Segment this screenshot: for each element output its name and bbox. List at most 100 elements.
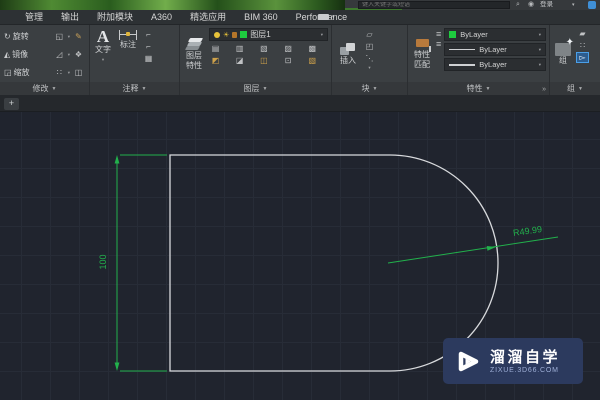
offset-icon[interactable]: ◫ [72, 67, 85, 78]
layer-on-icon [214, 31, 220, 38]
match-properties-button[interactable]: 特性 匹配 [411, 27, 433, 81]
layer-isolate-icon[interactable]: ▥ [233, 43, 246, 54]
rotate-button[interactable]: ↻ 旋转 ◱ ▾ ✎ [4, 29, 85, 44]
layer-properties-button[interactable]: 图层 特性 [183, 27, 205, 81]
block-editor-icon[interactable]: ◰ [363, 41, 376, 52]
chevron-down-icon: ▾ [320, 31, 323, 37]
chevron-down-icon: ▾ [101, 56, 105, 62]
panel-annotate: A 文字 ▾ 标注 ⌐ ⌐ ▦ 注释 ▼ [90, 25, 180, 95]
leader-icon[interactable]: ⌐ [142, 29, 155, 40]
chevron-down-icon[interactable]: ▾ [368, 65, 370, 71]
layer-walk-icon[interactable]: ⊡ [282, 55, 295, 66]
layer-lock-icon [232, 31, 238, 38]
array-icon[interactable]: ∷ [53, 67, 66, 78]
text-icon: A [96, 27, 110, 46]
layer-previous-icon[interactable]: ◪ [233, 55, 246, 66]
color-swatch [449, 31, 457, 38]
attributes-icon[interactable]: ⋱ [363, 53, 376, 64]
tab-bim360[interactable]: BIM 360 [235, 10, 287, 24]
erase-icon[interactable]: ✎ [72, 31, 85, 42]
panel-expand-icon: ▼ [262, 85, 268, 92]
layer-unisolate-icon[interactable]: ◩ [209, 55, 222, 66]
layer-lock-tool-icon[interactable]: ▨ [282, 43, 295, 54]
linetype-sample-icon [449, 49, 476, 50]
watermark-badge: 溜溜自学 ZIXUE.3D66.COM [443, 338, 583, 384]
scale-label: 缩放 [13, 68, 30, 77]
search-icon[interactable]: ⌕ [516, 1, 520, 9]
new-drawing-tab-button[interactable]: + [4, 98, 19, 110]
mirror-button[interactable]: ◭ 镜像 ◿ ▾ ❖ [4, 47, 85, 62]
object-color-dropdown[interactable]: ByLayer ▾ [444, 28, 546, 41]
lineweight-dropdown[interactable]: ByLayer ▾ [444, 58, 546, 71]
mirror-label: 镜像 [12, 50, 29, 59]
text-button[interactable]: A 文字 ▾ [92, 27, 114, 65]
chevron-down-icon: ▾ [538, 46, 541, 52]
file-tab-bar: + [0, 95, 600, 112]
current-layer-name: 图层1 [250, 30, 271, 39]
layer-freeze-icon[interactable]: ▧ [257, 43, 270, 54]
layer-match-icon[interactable]: ▩ [306, 43, 319, 54]
panel-properties-label: 特性 [466, 84, 483, 93]
sign-in-button[interactable]: 登录 [540, 1, 553, 9]
signin-caret-icon[interactable]: ▾ [572, 1, 575, 9]
chevron-down-icon[interactable]: ▾ [68, 34, 70, 40]
group-edit-icon[interactable]: ∷ [576, 40, 589, 51]
ribbon-tab-bar: 管理 输出 附加模块 A360 精选应用 BIM 360 Performance [0, 10, 600, 25]
chevron-down-icon[interactable]: ▾ [68, 70, 70, 76]
ribbon-minimize-button[interactable]: ▾ [318, 14, 335, 20]
group-button[interactable]: 组 [552, 27, 574, 81]
tab-output[interactable]: 输出 [52, 10, 88, 24]
panel-modify-label: 修改 [32, 84, 49, 93]
lineweight-stack-icon[interactable]: ≡ [436, 40, 441, 49]
panel-modify: ↻ 旋转 ◱ ▾ ✎ ◭ 镜像 ◿ ▾ ❖ ◲ 缩放 ∷ ▾ ◫ 修改 ▼ [0, 25, 90, 95]
panel-annotate-footer[interactable]: 注释 ▼ [90, 82, 179, 95]
user-icon[interactable]: ◉ [528, 1, 534, 9]
trim-icon[interactable]: ◱ [53, 31, 66, 42]
layer-color-swatch [240, 31, 248, 38]
tab-addins[interactable]: 附加模块 [88, 10, 142, 24]
layers-icon [184, 38, 204, 51]
panel-group: 组 ▰ ∷ ▻ 组 ▼ [550, 25, 600, 95]
help-icon[interactable] [588, 1, 596, 9]
create-block-icon[interactable]: ▱ [363, 29, 376, 40]
chevron-down-icon[interactable]: ▾ [68, 52, 70, 58]
scale-button[interactable]: ◲ 缩放 ∷ ▾ ◫ [4, 65, 85, 80]
panel-group-footer[interactable]: 组 ▼ [550, 82, 600, 95]
match-properties-label-2: 匹配 [414, 59, 430, 69]
height-dimension-text[interactable]: 100 [98, 250, 108, 274]
layer-state-icon[interactable]: ▧ [306, 55, 319, 66]
layer-off-icon[interactable]: ▤ [209, 43, 222, 54]
text-label: 文字 [95, 45, 111, 54]
panel-annotate-label: 注释 [122, 84, 139, 93]
rotate-icon: ↻ [4, 32, 11, 41]
group-selection-toggle-icon[interactable]: ▻ [576, 52, 589, 63]
panel-block-footer[interactable]: 块 ▼ [332, 82, 407, 95]
panel-properties-footer[interactable]: 特性 ▼ [408, 82, 549, 95]
title-bar: ⌕ ◉ 登录 ▾ [0, 0, 600, 10]
tab-a360[interactable]: A360 [142, 10, 181, 24]
height-dimension[interactable] [114, 154, 167, 372]
table-icon[interactable]: ▦ [142, 53, 155, 64]
chevron-down-icon: ▾ [332, 14, 335, 20]
multileader-icon[interactable]: ⌐ [142, 41, 155, 52]
linetype-stack-icon[interactable]: ≡ [436, 30, 441, 39]
radius-dimension[interactable] [387, 236, 559, 264]
panel-layers-footer[interactable]: 图层 ▼ [180, 82, 331, 95]
panel-block-label: 块 [361, 84, 370, 93]
lineweight-sample-icon [449, 63, 476, 66]
panel-expand-icon: ▼ [372, 85, 378, 92]
panel-block: 插入 ▱ ◰ ⋱ ▾ 块 ▼ [332, 25, 408, 95]
linetype-dropdown[interactable]: ByLayer ▾ [444, 43, 546, 56]
explode-icon[interactable]: ❖ [72, 49, 85, 60]
tab-featured[interactable]: 精选应用 [181, 10, 235, 24]
dimension-button[interactable]: 标注 [116, 27, 140, 51]
tab-manage[interactable]: 管理 [16, 10, 52, 24]
search-input[interactable] [358, 1, 510, 9]
insert-button[interactable]: 插入 [336, 27, 360, 81]
panel-modify-footer[interactable]: 修改 ▼ [0, 82, 89, 95]
ungroup-icon[interactable]: ▰ [576, 28, 589, 39]
fillet-icon[interactable]: ◿ [53, 49, 66, 60]
layer-unlock-icon[interactable]: ◫ [257, 55, 270, 66]
layer-dropdown[interactable]: ☀ 图层1 ▾ [209, 28, 328, 41]
dialog-launcher-icon[interactable]: » [542, 86, 546, 93]
